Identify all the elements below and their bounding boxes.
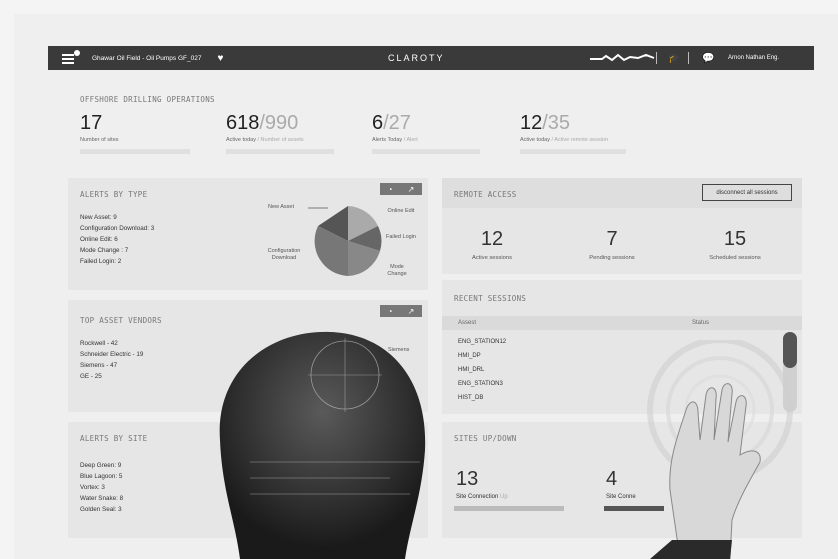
pie-label-online-edit: Online Edit	[387, 208, 415, 214]
kpi-bar	[226, 149, 334, 154]
panel-title: Recent Sessions	[454, 294, 527, 303]
remote-access-panel: Remote Access disconnect all sessions 12…	[442, 178, 802, 274]
panel-title: Alerts by Site	[80, 434, 148, 443]
heart-icon[interactable]: ♥	[217, 53, 223, 64]
trend-icon: ↗	[407, 184, 415, 194]
overview-title: Offshore Drilling Operations	[80, 95, 215, 104]
stat-scheduled: 15 Scheduled sessions	[700, 228, 770, 261]
col-asset: Assest	[458, 320, 477, 326]
kpi-bar	[520, 149, 626, 154]
alerts-type-list: New Asset: 9 Configuration Download: 3 O…	[80, 212, 154, 267]
kpi-label: Active today	[520, 137, 550, 143]
alerts-site-list: Deep Green: 9 Blue Lagoon: 5 Vortex: 3 W…	[80, 460, 123, 515]
kpi-bar	[80, 149, 190, 154]
panel-title: Top Asset Vendors	[80, 316, 162, 325]
pie-label-config-download: Configuration Download	[267, 248, 301, 261]
activity-wave-icon	[590, 53, 655, 62]
list-item: Blue Lagoon: 5	[80, 473, 123, 480]
kpi-label-muted: / Alert	[402, 137, 418, 143]
list-item: Water Snake: 8	[80, 495, 124, 502]
stat-value: 7	[606, 228, 618, 250]
alerts-by-type-panel: Alerts by Type ◔ ↗ New Asset: 9 Configura…	[68, 178, 428, 290]
chat-bubble-icon[interactable]: 💬	[702, 53, 714, 64]
pie-chart-icon: ◔	[387, 184, 393, 194]
chart-toggle[interactable]: ◔ ↗	[380, 183, 422, 195]
top-bar: Ghawar Oil Field - Oil Pumps GF_027 ♥ CL…	[48, 46, 814, 70]
list-item: Vortex: 3	[80, 484, 105, 491]
divider	[656, 52, 657, 64]
list-item: New Asset: 9	[80, 214, 117, 221]
panel-title: Sites Up/Down	[454, 434, 517, 443]
stat-label: Scheduled sessions	[709, 255, 761, 261]
list-item: Schneider Electric - 19	[80, 351, 144, 358]
stat-value: 12	[480, 228, 504, 250]
kpi-assets: 618/990 Active today / Number of assets	[226, 112, 334, 154]
list-item: GE - 25	[80, 373, 102, 380]
kpi-sites: 17 Number of sites	[80, 112, 190, 154]
sites-down-value: 4	[606, 468, 618, 490]
sites-up-label: Site Connection Up	[456, 494, 508, 500]
list-item: Mode Change : 7	[80, 247, 129, 254]
pie-label-failed-login: Failed Login	[386, 234, 416, 240]
list-item: Siemens - 47	[80, 362, 118, 369]
panel-title: Alerts by Type	[80, 190, 148, 199]
hand-photo	[647, 340, 793, 559]
list-item: Online Edit: 6	[80, 236, 118, 243]
list-item: Golden Seal: 3	[80, 506, 122, 513]
stat-active: 12 Active sessions	[462, 228, 522, 261]
kpi-remote: 12/35 Active today / Active remote sessi…	[520, 112, 626, 154]
kpi-alerts: 6/27 Alerts Today / Alert	[372, 112, 480, 154]
app-logo: CLAROTY	[388, 53, 445, 63]
kpi-label: Number of sites	[80, 137, 119, 143]
kpi-value: 6	[372, 112, 384, 134]
divider	[688, 52, 689, 64]
user-name[interactable]: Arnon Nathan Eng.	[728, 55, 779, 61]
kpi-value: 618	[226, 112, 260, 134]
graduation-cap-icon[interactable]: 🎓	[668, 53, 679, 64]
session-row[interactable]: HMI_DP	[458, 353, 481, 359]
kpi-of: /35	[542, 112, 571, 134]
list-item: Deep Green: 9	[80, 462, 122, 469]
session-row[interactable]: HMI_DRL	[458, 367, 484, 373]
kpi-label: Active today	[226, 137, 256, 143]
list-item: Configuration Download: 3	[80, 225, 155, 232]
kpi-value: 12	[520, 112, 543, 134]
vendors-list: Rockwell - 42 Schneider Electric - 19 Si…	[80, 338, 143, 382]
pie-chart-icon: ◔	[387, 306, 393, 316]
pie-label-mode-change: Mode Change	[387, 264, 407, 277]
list-item: Failed Login: 2	[80, 258, 122, 265]
list-item: Rockwell - 42	[80, 340, 118, 347]
kpi-bar	[372, 149, 480, 154]
person-head-photo	[219, 331, 426, 559]
sites-up-bar	[454, 506, 564, 511]
trend-icon: ↗	[407, 306, 415, 316]
pie-label-new-asset: New Asset	[268, 204, 294, 210]
stat-value: 15	[723, 228, 747, 250]
menu-icon[interactable]	[62, 50, 80, 64]
disconnect-all-button[interactable]: disconnect all sessions	[702, 184, 792, 201]
session-row[interactable]: ENG_STATION12	[458, 339, 506, 345]
panel-title: Remote Access	[454, 190, 517, 199]
kpi-label-muted: / Number of assets	[255, 137, 304, 143]
stat-label: Pending sessions	[589, 255, 635, 261]
session-row[interactable]: ENG_STATION3	[458, 381, 503, 387]
alerts-pie-chart	[308, 206, 382, 276]
site-name[interactable]: Ghawar Oil Field - Oil Pumps GF_027	[92, 55, 201, 62]
session-row[interactable]: HIST_DB	[458, 395, 483, 401]
col-status: Status	[692, 320, 710, 326]
kpi-label-muted: / Active remote session	[549, 137, 609, 143]
sites-up-value: 13	[456, 468, 479, 490]
kpi-value: 17	[80, 112, 103, 134]
chart-toggle[interactable]: ◔ ↗	[380, 305, 422, 317]
kpi-of: /990	[259, 112, 299, 134]
stat-label: Active sessions	[472, 255, 512, 261]
kpi-label: Alerts Today	[372, 137, 403, 143]
kpi-of: /27	[383, 112, 411, 134]
stat-pending: 7 Pending sessions	[582, 228, 642, 261]
